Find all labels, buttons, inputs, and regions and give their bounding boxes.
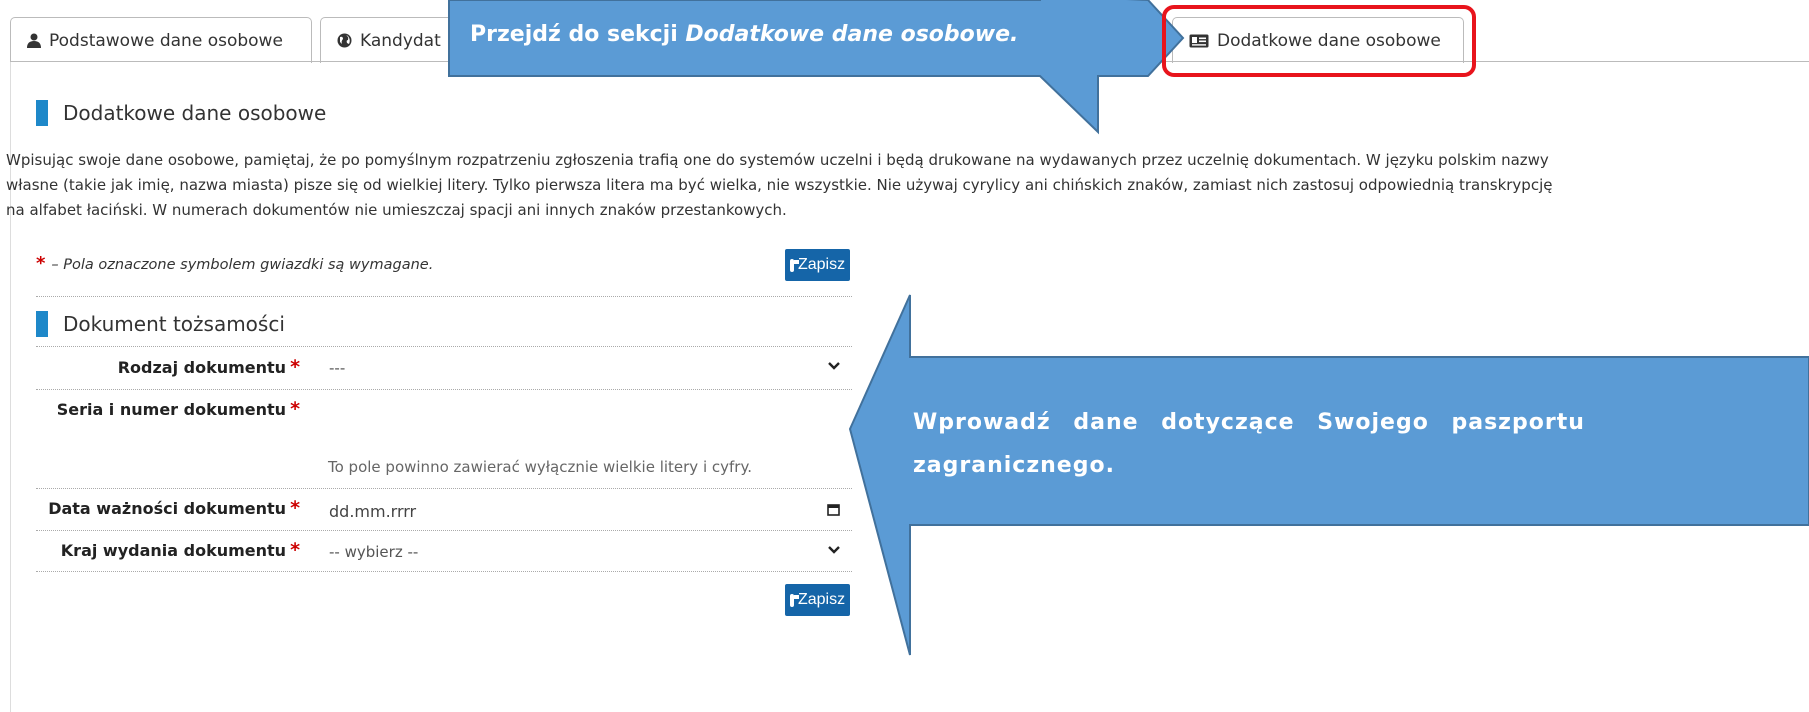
tab-label: Kandydat [360, 30, 441, 51]
callout-middle-line1: Wprowadź dane dotyczące Swojego paszport… [913, 410, 1585, 435]
callout-top-prefix: Przejdź do sekcji [470, 22, 686, 47]
required-star: * [290, 539, 300, 561]
section-bar [36, 311, 48, 337]
divider [36, 346, 852, 347]
divider [36, 296, 852, 297]
callout-arrow-middle [848, 294, 1809, 656]
required-note-text: – Pola oznaczone symbolem gwiazdki są wy… [51, 257, 434, 273]
save-button-label: Zapisz [797, 256, 846, 273]
required-star: * [36, 253, 46, 274]
required-note: * – Pola oznaczone symbolem gwiazdki są w… [36, 253, 433, 274]
document-country-select[interactable]: -- wybierz -- [324, 537, 846, 567]
document-section-header: Dokument tożsamości [36, 311, 285, 337]
floppy-disk-icon [789, 258, 799, 272]
label-text: Kraj wydania dokumentu [60, 541, 287, 560]
document-type-select[interactable]: --- [324, 353, 846, 383]
save-button-top[interactable]: Zapisz [785, 249, 850, 281]
document-number-input[interactable] [324, 394, 846, 424]
required-star: * [290, 398, 300, 420]
section-bar [36, 100, 48, 126]
select-value: --- [329, 359, 346, 377]
callout-arrow-top [448, 0, 1185, 135]
document-expiry-date-input[interactable]: dd.mm.rrrr [324, 496, 846, 526]
section-header: Dodatkowe dane osobowe [36, 100, 326, 126]
highlight-box [1162, 5, 1476, 77]
callout-middle-line2: zagranicznego. [913, 453, 1115, 478]
label-text: Rodzaj dokumentu [117, 358, 287, 377]
chevron-down-icon [828, 360, 840, 375]
save-button-label: Zapisz [797, 591, 846, 608]
required-star: * [290, 356, 300, 378]
callout-top-emphasis: Dodatkowe dane osobowe. [685, 22, 1019, 47]
chevron-down-icon [828, 544, 840, 559]
tab-label: Podstawowe dane osobowe [49, 30, 283, 51]
divider [36, 530, 852, 531]
divider [36, 488, 852, 489]
select-value: -- wybierz -- [329, 543, 419, 561]
document-country-label: Kraj wydania dokumentu * [30, 539, 300, 561]
save-button-bottom[interactable]: Zapisz [785, 584, 850, 616]
document-type-label: Rodzaj dokumentu * [30, 356, 300, 378]
label-text: Data ważności dokumentu [48, 499, 287, 518]
label-text: Seria i numer dokumentu [56, 400, 287, 419]
document-expiry-label: Data ważności dokumentu * [30, 497, 300, 519]
document-number-label: Seria i numer dokumentu * [30, 398, 300, 420]
document-section-title: Dokument tożsamości [63, 312, 285, 336]
divider [36, 571, 852, 572]
tab-basic-personal-data[interactable]: Podstawowe dane osobowe [10, 17, 312, 63]
intro-text: Wpisując swoje dane osobowe, pamiętaj, ż… [6, 151, 1553, 219]
globe-icon [337, 33, 352, 48]
divider [36, 389, 852, 390]
document-number-hint: To pole powinno zawierać wyłącznie wielk… [328, 458, 752, 476]
calendar-icon[interactable] [827, 503, 840, 520]
date-placeholder: dd.mm.rrrr [329, 501, 417, 521]
callout-top-text: Przejdź do sekcji Dodatkowe dane osobowe… [470, 22, 1018, 47]
user-icon [27, 33, 41, 48]
section-title: Dodatkowe dane osobowe [63, 101, 327, 125]
floppy-disk-icon [789, 593, 799, 607]
required-star: * [290, 497, 300, 519]
